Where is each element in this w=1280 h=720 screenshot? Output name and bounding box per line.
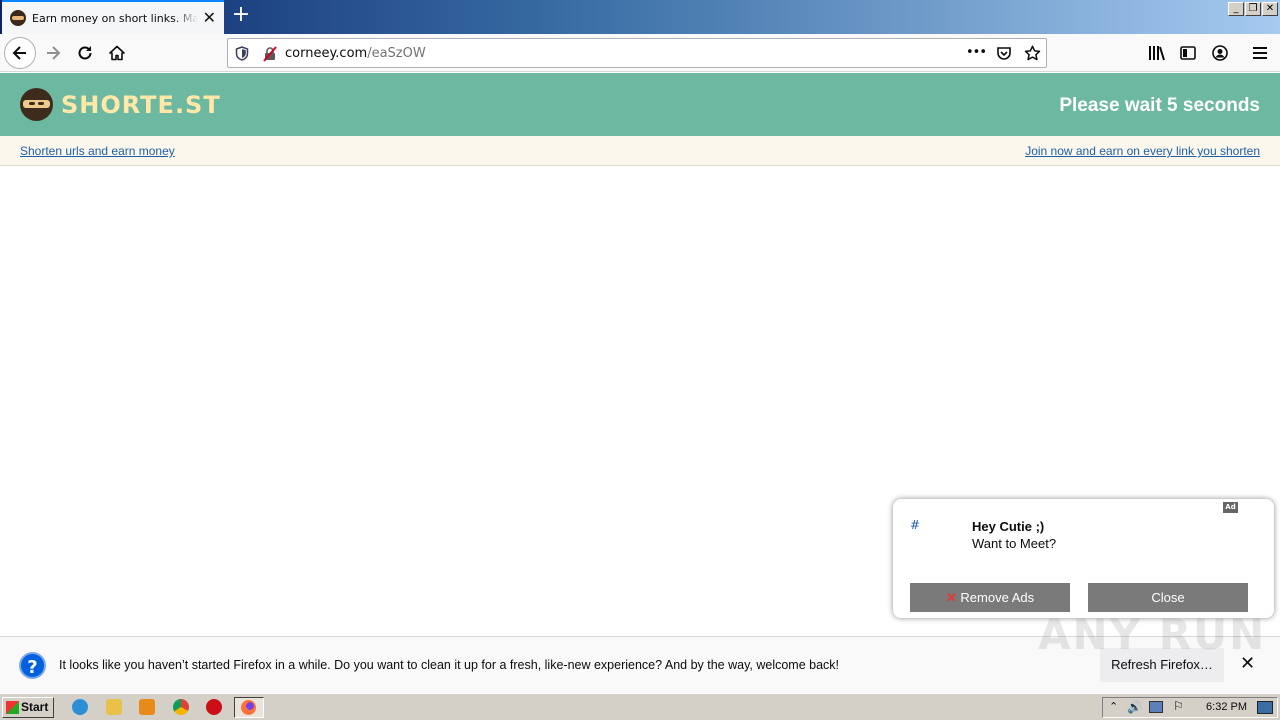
pocket-icon[interactable]: [996, 46, 1012, 62]
url-text: corneey.com/eaSzOW: [285, 46, 426, 61]
ad-badge: Ad: [1223, 502, 1238, 513]
ninja-logo-icon[interactable]: [20, 88, 53, 121]
url-host: corneey.com: [285, 46, 368, 61]
site-logo-text[interactable]: SHORTE.ST: [61, 91, 221, 119]
back-arrow-icon: [12, 46, 26, 60]
back-button[interactable]: [4, 37, 36, 69]
red-x-icon: ✕: [945, 590, 957, 605]
start-label: Start: [21, 700, 49, 714]
volume-icon[interactable]: 🔊: [1127, 700, 1142, 714]
new-tab-button[interactable]: +: [230, 4, 252, 28]
address-bar[interactable]: corneey.com/eaSzOW •••: [227, 38, 1047, 68]
ad-close-button[interactable]: Close: [1088, 583, 1248, 612]
media-player-icon[interactable]: [139, 699, 155, 715]
anyrun-watermark: ANY RUN: [1038, 610, 1267, 659]
taskbar-clock[interactable]: 6:32 PM: [1206, 701, 1247, 713]
action-center-flag-icon[interactable]: ⚐: [1173, 699, 1184, 713]
shorten-urls-link[interactable]: Shorten urls and earn money: [20, 144, 175, 158]
join-now-link[interactable]: Join now and earn on every link you shor…: [1025, 144, 1260, 158]
browser-tab-strip: Earn money on short links. Make sh ✕ + _…: [0, 0, 1280, 34]
windows-taskbar: Start ⌃ 🔊 ⚐ 6:32 PM: [0, 693, 1280, 720]
sidebar-toggle-icon[interactable]: [1180, 45, 1196, 61]
ad-image-link[interactable]: #: [910, 518, 920, 532]
account-icon[interactable]: [1212, 45, 1228, 61]
forward-button[interactable]: [38, 38, 68, 68]
url-path: /eaSzOW: [367, 46, 426, 61]
hamburger-menu-icon[interactable]: [1253, 46, 1267, 60]
library-icon[interactable]: [1148, 45, 1166, 61]
bookmark-star-icon[interactable]: [1024, 45, 1041, 62]
ad-title[interactable]: Hey Cutie ;): [972, 519, 1044, 534]
reload-icon: [78, 46, 92, 60]
start-button[interactable]: Start: [2, 697, 54, 718]
firefox-icon: [241, 700, 256, 715]
notification-message: It looks like you haven’t started Firefo…: [59, 658, 840, 672]
network-icon[interactable]: [1149, 701, 1163, 713]
insecure-connection-icon[interactable]: [262, 46, 278, 62]
firefox-taskbar-button[interactable]: [234, 697, 264, 718]
file-explorer-icon[interactable]: [106, 699, 122, 715]
close-window-button[interactable]: ✕: [1262, 2, 1278, 16]
chrome-icon[interactable]: [173, 699, 189, 715]
question-icon: ?: [19, 652, 46, 679]
ad-popup: Ad # Hey Cutie ;) Want to Meet? ✕ Remove…: [893, 499, 1274, 618]
wait-countdown-text: Please wait 5 seconds: [1059, 95, 1260, 116]
reload-button[interactable]: [70, 38, 100, 68]
forward-arrow-icon: [47, 46, 61, 60]
page-actions-menu-button[interactable]: •••: [966, 45, 987, 60]
internet-explorer-icon[interactable]: [72, 699, 88, 715]
system-tray: ⌃ 🔊 ⚐ 6:32 PM: [1102, 697, 1278, 718]
show-desktop-icon[interactable]: [1257, 701, 1273, 714]
home-button[interactable]: [102, 38, 132, 68]
tab-close-icon[interactable]: ✕: [203, 10, 216, 26]
site-favicon-icon: [10, 10, 26, 26]
remove-ads-button[interactable]: ✕ Remove Ads: [910, 583, 1070, 612]
browser-tab[interactable]: Earn money on short links. Make sh ✕: [2, 0, 224, 34]
home-icon: [109, 45, 125, 61]
site-header: SHORTE.ST Please wait 5 seconds: [0, 73, 1280, 136]
tracking-protection-shield-icon[interactable]: [235, 46, 249, 61]
windows-logo-icon: [6, 701, 19, 714]
navigation-toolbar: corneey.com/eaSzOW •••: [0, 34, 1280, 72]
ad-subtitle[interactable]: Want to Meet?: [972, 536, 1056, 551]
site-subheader: Shorten urls and earn money Join now and…: [0, 136, 1280, 166]
remove-ads-label: Remove Ads: [960, 590, 1035, 605]
tab-title: Earn money on short links. Make sh: [32, 11, 198, 25]
show-hidden-icons-icon[interactable]: ⌃: [1109, 700, 1118, 713]
minimize-window-button[interactable]: _: [1228, 2, 1244, 16]
opera-icon[interactable]: [206, 699, 222, 715]
restore-window-button[interactable]: ❐: [1245, 2, 1261, 16]
